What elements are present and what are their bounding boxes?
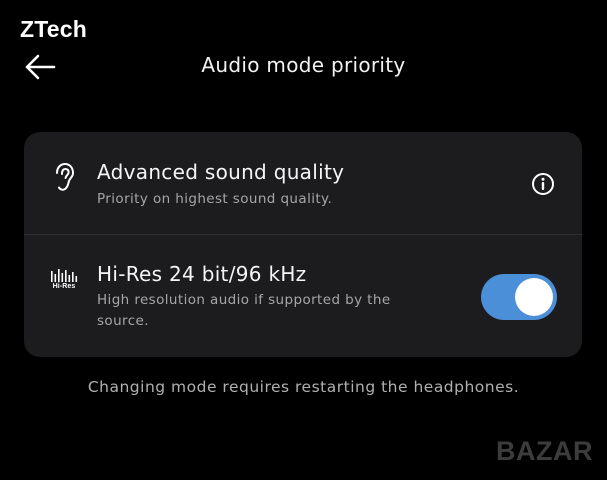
page-title: Audio mode priority [201,53,406,77]
option-title: Hi-Res 24 bit/96 kHz [97,262,307,286]
hi-res-icon: Hi-Res [48,266,80,292]
hi-res-logo-label: Hi-Res [52,283,76,290]
footnote: Changing mode requires restarting the he… [87,378,520,396]
option-hi-res[interactable]: Hi-Res Hi-Res 24 bit/96 kHz High resolut… [24,132,582,357]
toggle-knob [515,278,553,316]
option-description: High resolution audio if supported by th… [97,292,391,329]
watermark-logo: BAZAR [496,436,593,466]
hi-res-toggle[interactable] [481,274,557,320]
brand-label: ZTech [20,16,88,42]
settings-card: Advanced sound quality Priority on highe… [24,132,582,357]
